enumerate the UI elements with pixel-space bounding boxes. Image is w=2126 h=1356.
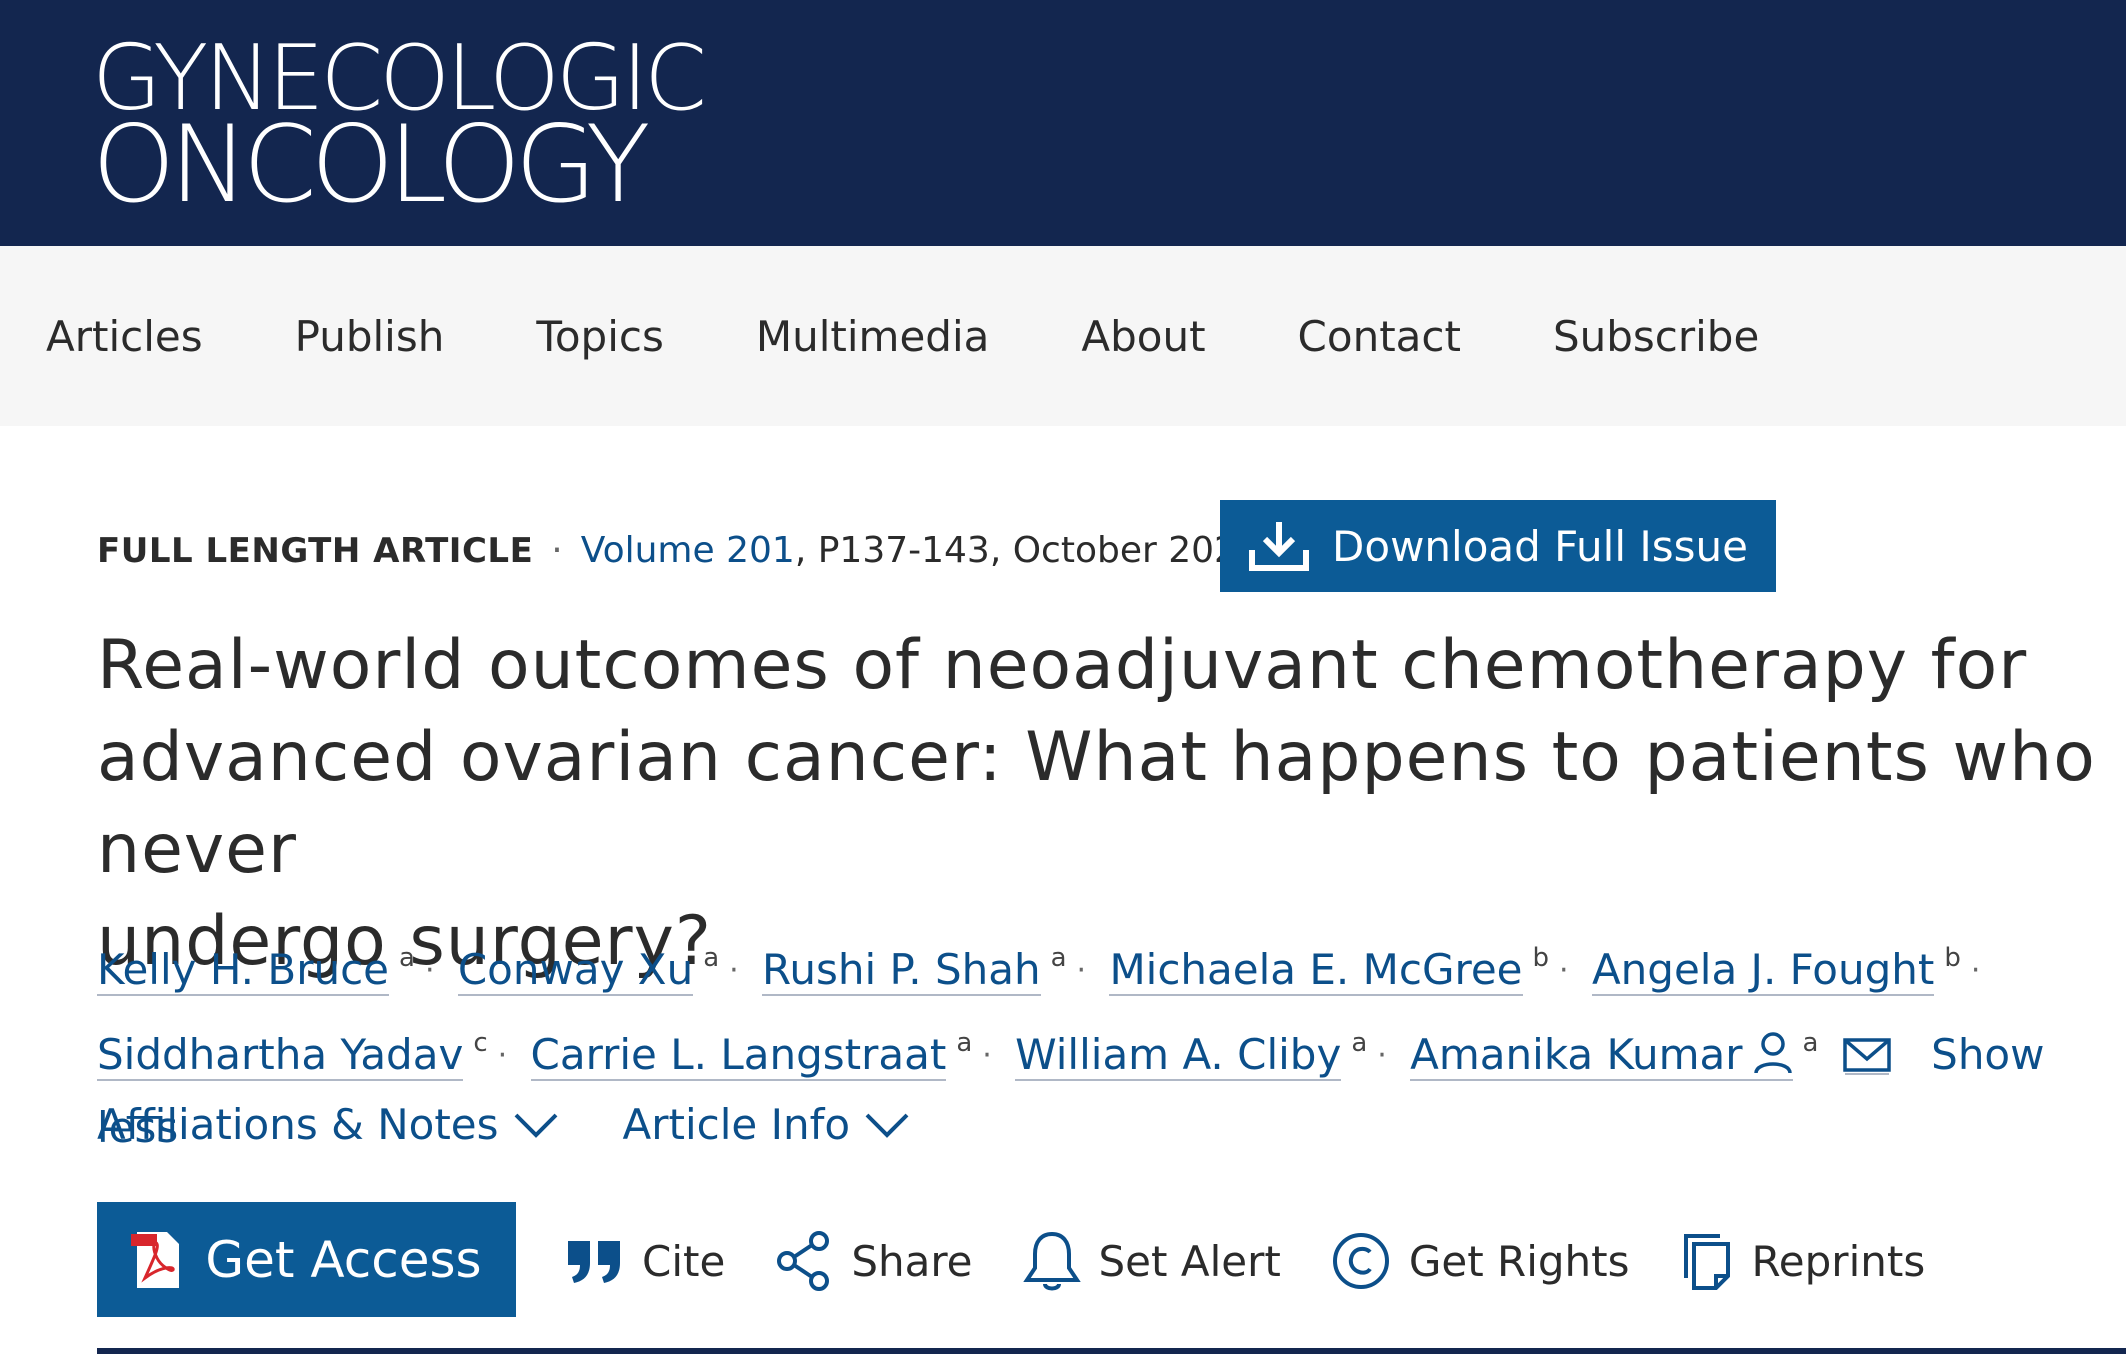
article-actions: Cite Share Set Alert Get Rights Reprints: [566, 1226, 1975, 1296]
nav-about[interactable]: About: [1081, 312, 1205, 361]
nav-publish[interactable]: Publish: [295, 312, 445, 361]
author-name[interactable]: William A. Cliby: [1015, 1030, 1342, 1081]
author-name[interactable]: Rushi P. Shah: [762, 945, 1041, 996]
volume-link[interactable]: Volume 201: [581, 530, 795, 571]
author-affiliation[interactable]: a: [1803, 1028, 1819, 1058]
pages-date: , P137-143, October 2025: [794, 530, 1260, 571]
bell-icon: [1022, 1231, 1081, 1291]
nav-subscribe[interactable]: Subscribe: [1553, 312, 1759, 361]
download-full-issue-button[interactable]: Download Full Issue: [1220, 500, 1776, 592]
reprints-button[interactable]: Reprints: [1680, 1230, 1926, 1292]
share-icon: [777, 1231, 830, 1291]
author-affiliation[interactable]: b: [1944, 943, 1961, 973]
nav-articles[interactable]: Articles: [46, 312, 203, 361]
author-name[interactable]: Carrie L. Langstraat: [530, 1030, 947, 1081]
chevron-down-icon: [514, 1113, 557, 1138]
set-alert-button[interactable]: Set Alert: [1022, 1230, 1281, 1292]
download-label: Download Full Issue: [1332, 521, 1748, 571]
reprints-label: Reprints: [1751, 1236, 1926, 1286]
cite-label: Cite: [642, 1236, 726, 1286]
get-access-button[interactable]: Get Access: [97, 1202, 516, 1317]
quote-icon: [568, 1241, 620, 1283]
author-separator: ·: [1559, 953, 1569, 988]
article-info-toggle[interactable]: Article Info: [623, 1100, 911, 1149]
journal-header: GYNECOLOGIC ONCOLOGY: [0, 0, 2126, 246]
get-access-label: Get Access: [205, 1230, 482, 1289]
download-icon: [1249, 522, 1310, 571]
author-separator: ·: [1377, 1038, 1387, 1073]
author-affiliation[interactable]: b: [1533, 943, 1550, 973]
article-info-label: Article Info: [622, 1100, 851, 1149]
journal-logo[interactable]: GYNECOLOGIC ONCOLOGY: [92, 34, 707, 226]
copyright-icon: [1332, 1233, 1389, 1289]
section-divider: [97, 1348, 2126, 1354]
nav-multimedia[interactable]: Multimedia: [756, 312, 989, 361]
main-nav: Articles Publish Topics Multimedia About…: [0, 246, 2126, 426]
email-icon[interactable]: [1842, 1037, 1892, 1075]
author-separator: ·: [729, 953, 739, 988]
article-meta: FULL LENGTH ARTICLE · Volume 201 , P137-…: [97, 530, 1260, 571]
author-separator: ·: [1076, 953, 1087, 988]
author-name-corresponding[interactable]: Amanika Kumar: [1410, 1030, 1793, 1081]
author-name[interactable]: Michaela E. McGree: [1109, 945, 1523, 996]
meta-separator: ·: [551, 530, 563, 571]
author-affiliation[interactable]: a: [956, 1028, 972, 1058]
author-affiliation[interactable]: a: [399, 943, 415, 973]
affiliations-toggle[interactable]: Affiliations & Notes: [97, 1100, 559, 1149]
author-separator: ·: [424, 953, 435, 988]
author-separator: ·: [1970, 953, 1981, 988]
chevron-down-icon: [865, 1113, 909, 1138]
author-name[interactable]: Siddhartha Yadav: [97, 1030, 464, 1081]
author-separator: ·: [982, 1038, 992, 1073]
author-name: Amanika Kumar: [1410, 1030, 1743, 1079]
get-rights-button[interactable]: Get Rights: [1331, 1231, 1630, 1291]
nav-topics[interactable]: Topics: [536, 312, 664, 361]
get-rights-label: Get Rights: [1408, 1236, 1630, 1286]
author-separator: ·: [497, 1038, 508, 1073]
affiliations-label: Affiliations & Notes: [97, 1100, 499, 1149]
share-label: Share: [851, 1236, 973, 1286]
article-type: FULL LENGTH ARTICLE: [97, 531, 534, 571]
article-toggles: Affiliations & Notes Article Info: [97, 1100, 974, 1149]
set-alert-label: Set Alert: [1098, 1236, 1281, 1286]
logo-line-2: ONCOLOGY: [92, 103, 651, 226]
share-button[interactable]: Share: [775, 1231, 973, 1291]
author-name[interactable]: Angela J. Fought: [1591, 945, 1935, 996]
nav-contact[interactable]: Contact: [1298, 312, 1461, 361]
author-name[interactable]: Kelly H. Bruce: [97, 945, 390, 996]
person-icon: [1753, 1032, 1792, 1074]
author-affiliation[interactable]: c: [473, 1028, 487, 1058]
reprints-icon: [1683, 1234, 1730, 1290]
author-affiliation[interactable]: a: [1051, 943, 1067, 973]
author-affiliation[interactable]: a: [1351, 1028, 1367, 1058]
pdf-icon: [131, 1231, 180, 1288]
cite-button[interactable]: Cite: [566, 1237, 725, 1286]
author-name[interactable]: Conway Xu: [457, 945, 694, 996]
author-affiliation[interactable]: a: [703, 943, 719, 973]
